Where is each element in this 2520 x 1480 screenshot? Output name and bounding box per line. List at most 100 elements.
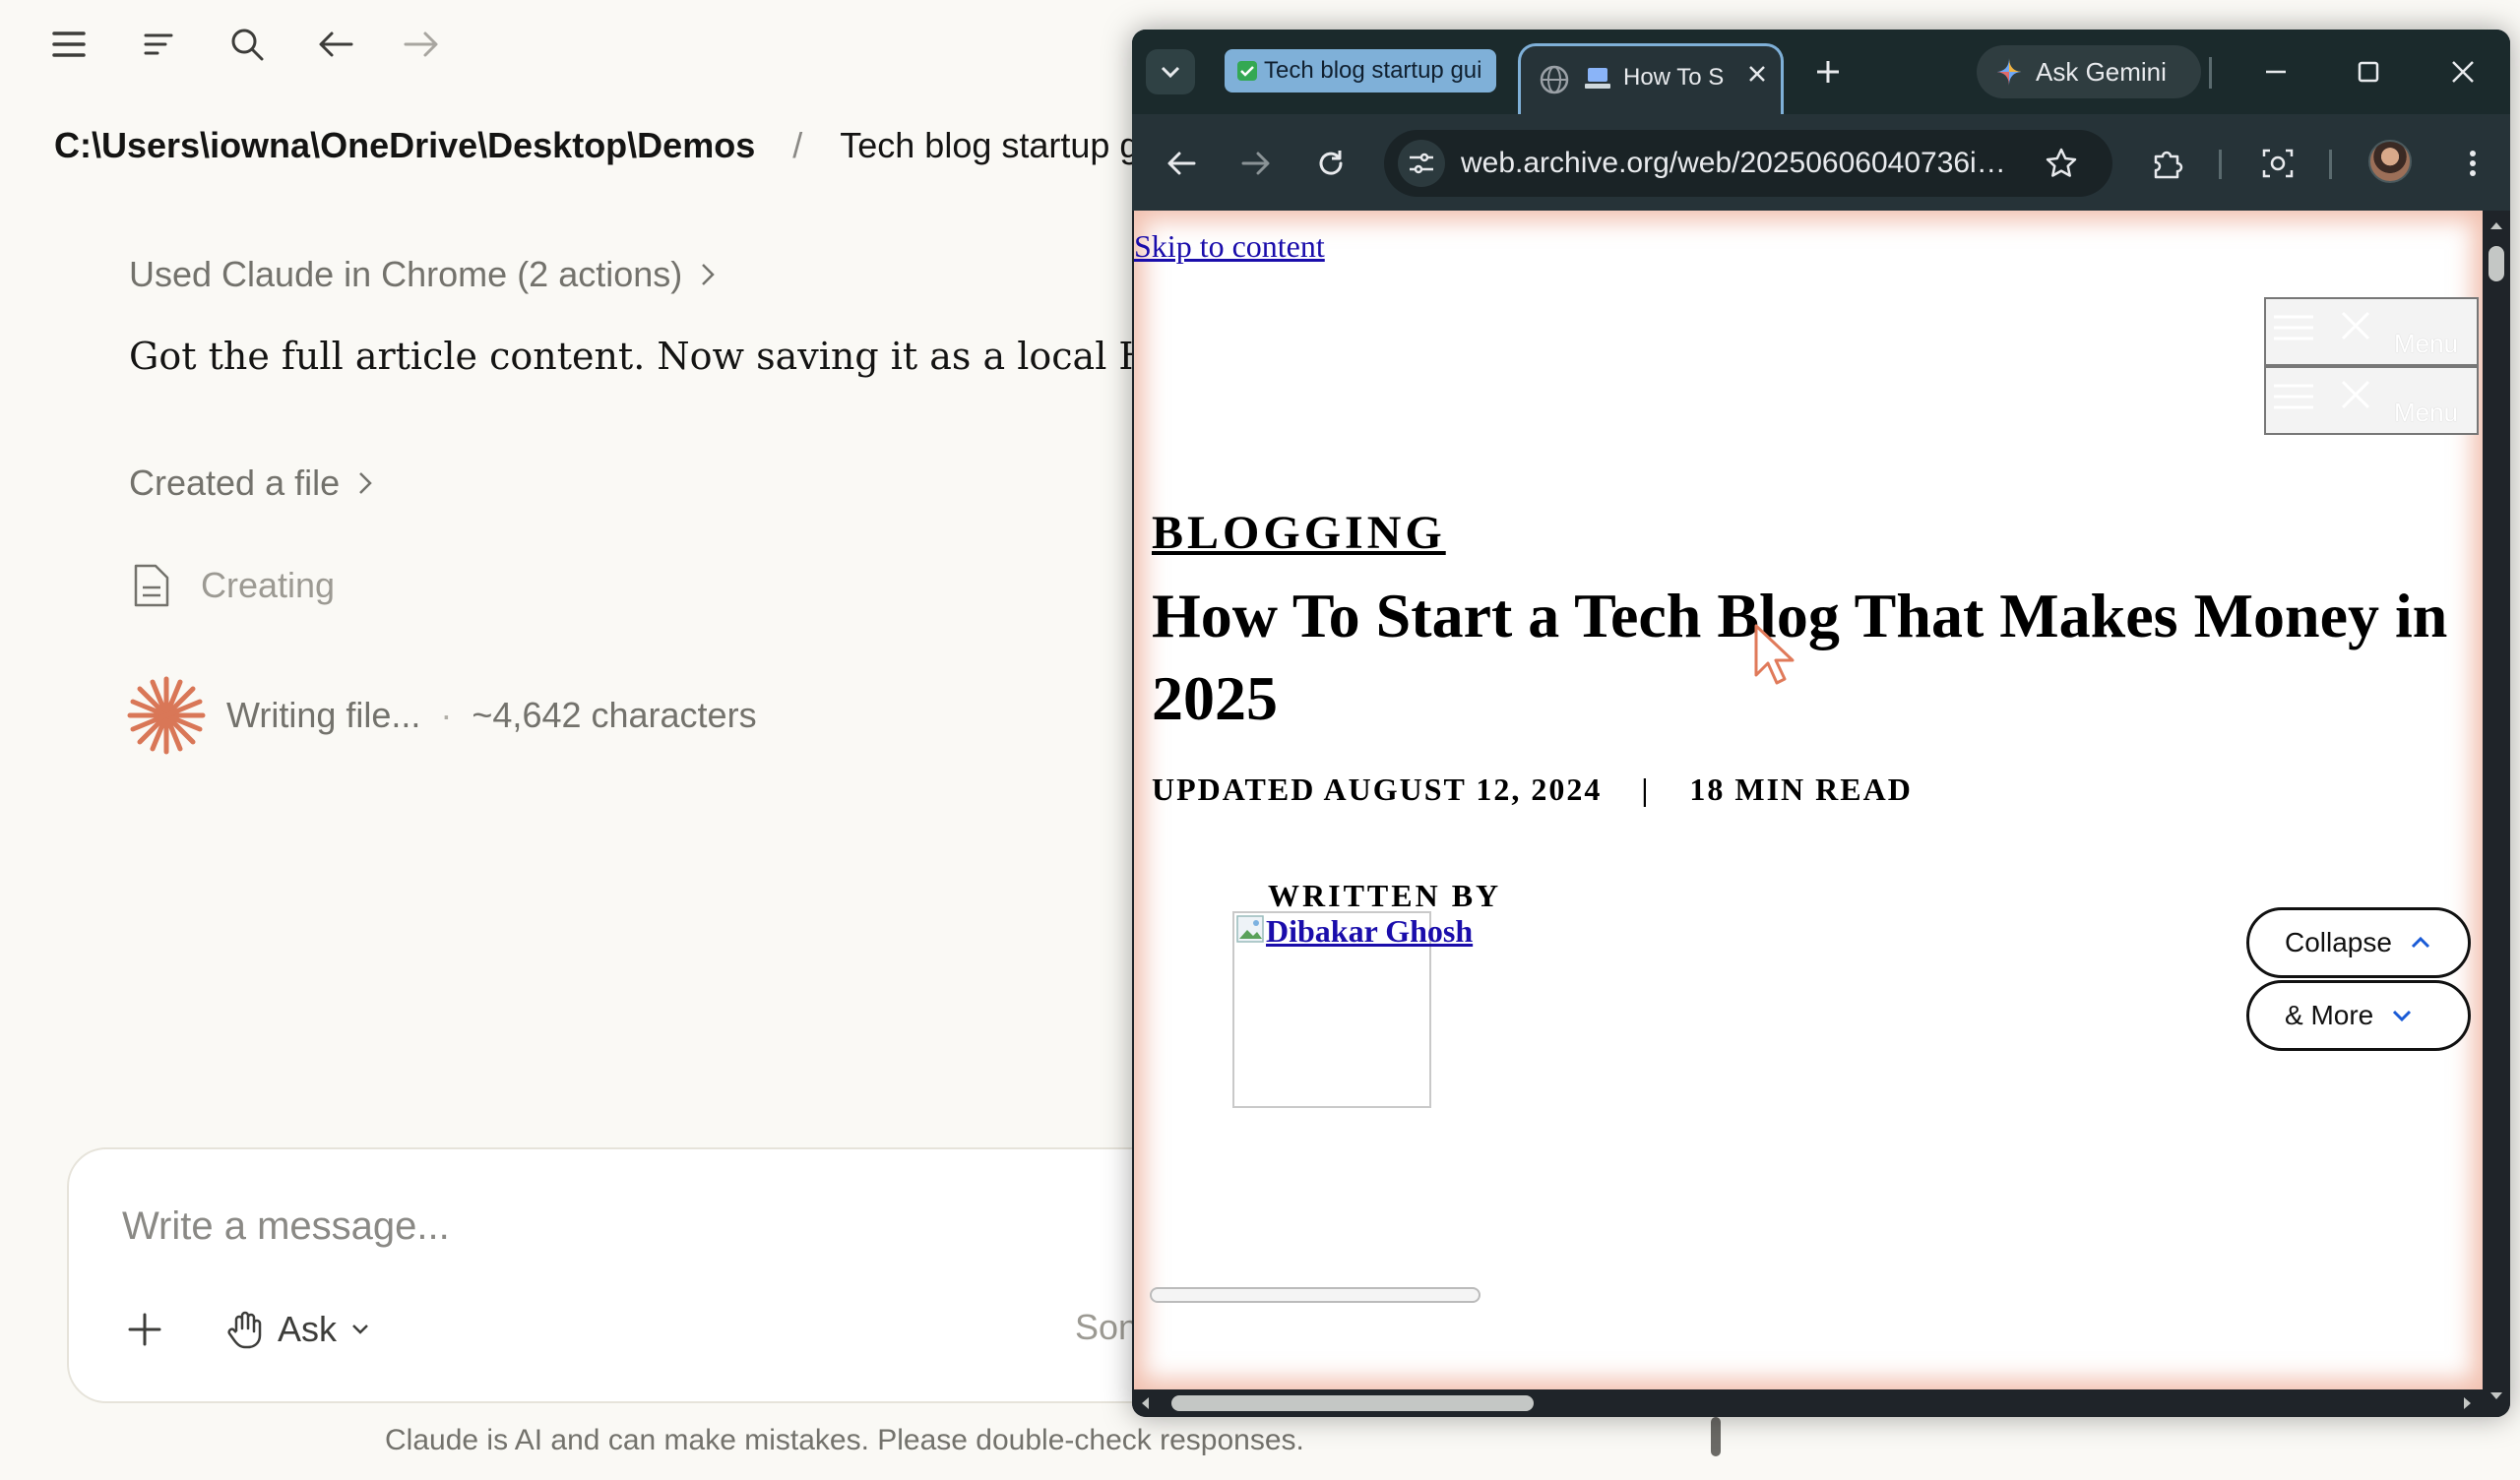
category-link[interactable]: BLOGGING <box>1152 506 1446 560</box>
search-icon[interactable] <box>222 20 272 69</box>
scroll-indicator[interactable] <box>1711 1417 1721 1456</box>
page-viewport: Skip to content Menu Menu BLOGGING How T… <box>1134 211 2483 1389</box>
plus-icon <box>1817 61 1839 83</box>
gemini-sparkle-icon <box>1995 58 2023 86</box>
add-attachment-button[interactable] <box>120 1305 169 1354</box>
reading-progress-bar <box>1150 1287 1480 1303</box>
created-file-label: Created a file <box>129 462 341 503</box>
vertical-scrollbar[interactable] <box>2483 211 2510 1417</box>
menu-label: Menu <box>2394 329 2459 358</box>
camera-icon <box>2262 149 2294 178</box>
tune-icon <box>1410 153 1433 174</box>
menu-icon[interactable] <box>44 20 94 69</box>
back-arrow-icon <box>1167 152 1196 175</box>
document-icon <box>134 564 169 607</box>
divider <box>2329 150 2332 179</box>
hand-icon <box>227 1311 262 1349</box>
browser-forward-button[interactable] <box>1230 138 1282 189</box>
checkmark-icon <box>1237 61 1257 81</box>
breadcrumb-separator: / <box>792 125 803 165</box>
tab-active[interactable]: How To S <box>1518 43 1784 114</box>
used-chrome-label: Used Claude in Chrome (2 actions) <box>129 254 683 294</box>
scroll-left-icon <box>1142 1397 1149 1409</box>
scroll-up-icon <box>2490 222 2502 229</box>
chevron-up-icon <box>2411 936 2430 949</box>
writing-row: Writing file... · ~4,642 characters <box>126 675 757 756</box>
reload-icon <box>1319 151 1343 175</box>
star-icon <box>2046 148 2077 177</box>
tab-search-button[interactable] <box>1146 49 1195 94</box>
chevron-down-icon <box>352 1325 368 1334</box>
created-file-step[interactable]: Created a file <box>129 462 373 504</box>
menu-button[interactable]: Menu <box>2264 366 2479 435</box>
window-close-button[interactable] <box>2435 47 2490 96</box>
forward-arrow-icon[interactable] <box>397 20 446 69</box>
globe-icon <box>1540 65 1569 94</box>
tab-title: How To S <box>1623 64 1725 91</box>
skip-to-content-link[interactable]: Skip to content <box>1134 228 1325 265</box>
collapse-button[interactable]: Collapse <box>2246 907 2471 978</box>
collapse-label: Collapse <box>2285 927 2392 957</box>
maximize-icon <box>2358 61 2379 83</box>
hamburger-icon <box>2274 315 2313 340</box>
vertical-scroll-thumb[interactable] <box>2488 246 2504 281</box>
ask-gemini-button[interactable]: Ask Gemini <box>1977 45 2201 98</box>
close-icon <box>1749 66 1765 82</box>
chevron-right-icon <box>702 264 716 285</box>
close-icon <box>2341 380 2370 409</box>
author-link[interactable]: Dibakar Ghosh <box>1266 913 1473 950</box>
tab-strip: Tech blog startup gui How To S Ask Gemin… <box>1132 30 2510 114</box>
assistant-message: Got the full article content. Now saving… <box>129 335 1215 378</box>
menu-label: Menu <box>2394 398 2459 427</box>
breadcrumb-project[interactable]: Tech blog startup g <box>840 125 1139 165</box>
browser-menu-button[interactable] <box>2447 138 2498 189</box>
back-arrow-icon[interactable] <box>311 20 360 69</box>
more-label: & More <box>2285 1000 2374 1030</box>
chevron-down-icon <box>2393 1010 2412 1022</box>
bookmark-button[interactable] <box>2042 144 2081 183</box>
hamburger-icon <box>2274 384 2313 409</box>
horizontal-scrollbar[interactable] <box>1132 1389 2483 1417</box>
mode-selector[interactable]: Ask <box>226 1305 370 1354</box>
gemini-label: Ask Gemini <box>2036 56 2167 87</box>
maximize-button[interactable] <box>2341 47 2396 96</box>
close-icon <box>2452 61 2474 83</box>
mouse-cursor-icon <box>1754 624 1795 685</box>
mode-label: Ask <box>278 1309 338 1349</box>
horizontal-scroll-thumb[interactable] <box>1171 1395 1534 1411</box>
browser-back-button[interactable] <box>1156 138 1207 189</box>
reload-button[interactable] <box>1305 138 1356 189</box>
screenshot-button[interactable] <box>2252 138 2303 189</box>
more-button[interactable]: & More <box>2246 980 2471 1051</box>
more-vertical-icon <box>2470 151 2476 176</box>
address-bar[interactable]: web.archive.org/web/20250606040736id_... <box>1384 130 2112 197</box>
scroll-down-icon <box>2490 1392 2502 1399</box>
url-text[interactable]: web.archive.org/web/20250606040736id_... <box>1461 147 2012 180</box>
menu-button[interactable]: Menu <box>2264 297 2479 366</box>
minimize-button[interactable] <box>2248 47 2303 96</box>
laptop-icon <box>1585 68 1610 89</box>
used-chrome-step[interactable]: Used Claude in Chrome (2 actions) <box>129 254 716 295</box>
divider <box>2219 150 2222 179</box>
creating-label: Creating <box>201 565 336 605</box>
tab-close-button[interactable] <box>1739 56 1775 92</box>
written-by-label: WRITTEN BY <box>1268 878 1502 913</box>
breadcrumb-path[interactable]: C:\Users\iowna\OneDrive\Desktop\Demos <box>54 125 755 165</box>
new-tab-button[interactable] <box>1805 49 1851 94</box>
scroll-right-icon <box>2464 1397 2471 1409</box>
forward-arrow-icon <box>1241 152 1270 175</box>
sidebar-list-icon[interactable] <box>134 20 183 69</box>
extensions-button[interactable] <box>2142 138 2193 189</box>
writing-label: Writing file... <box>226 695 421 735</box>
plus-icon <box>128 1313 161 1346</box>
site-info-button[interactable] <box>1398 140 1445 187</box>
minimize-icon <box>2266 70 2286 74</box>
tab-group-label: Tech blog startup gui <box>1264 57 1482 84</box>
chrome-window: Tech blog startup gui How To S Ask Gemin… <box>1132 30 2510 1417</box>
tab-group-chip[interactable]: Tech blog startup gui <box>1225 49 1496 92</box>
model-selector[interactable]: Son <box>1075 1307 1138 1348</box>
message-input[interactable]: Write a message... <box>122 1204 450 1249</box>
profile-avatar[interactable] <box>2368 140 2412 183</box>
creating-row: Creating <box>132 563 335 608</box>
breadcrumb: C:\Users\iowna\OneDrive\Desktop\Demos / … <box>54 125 1139 166</box>
